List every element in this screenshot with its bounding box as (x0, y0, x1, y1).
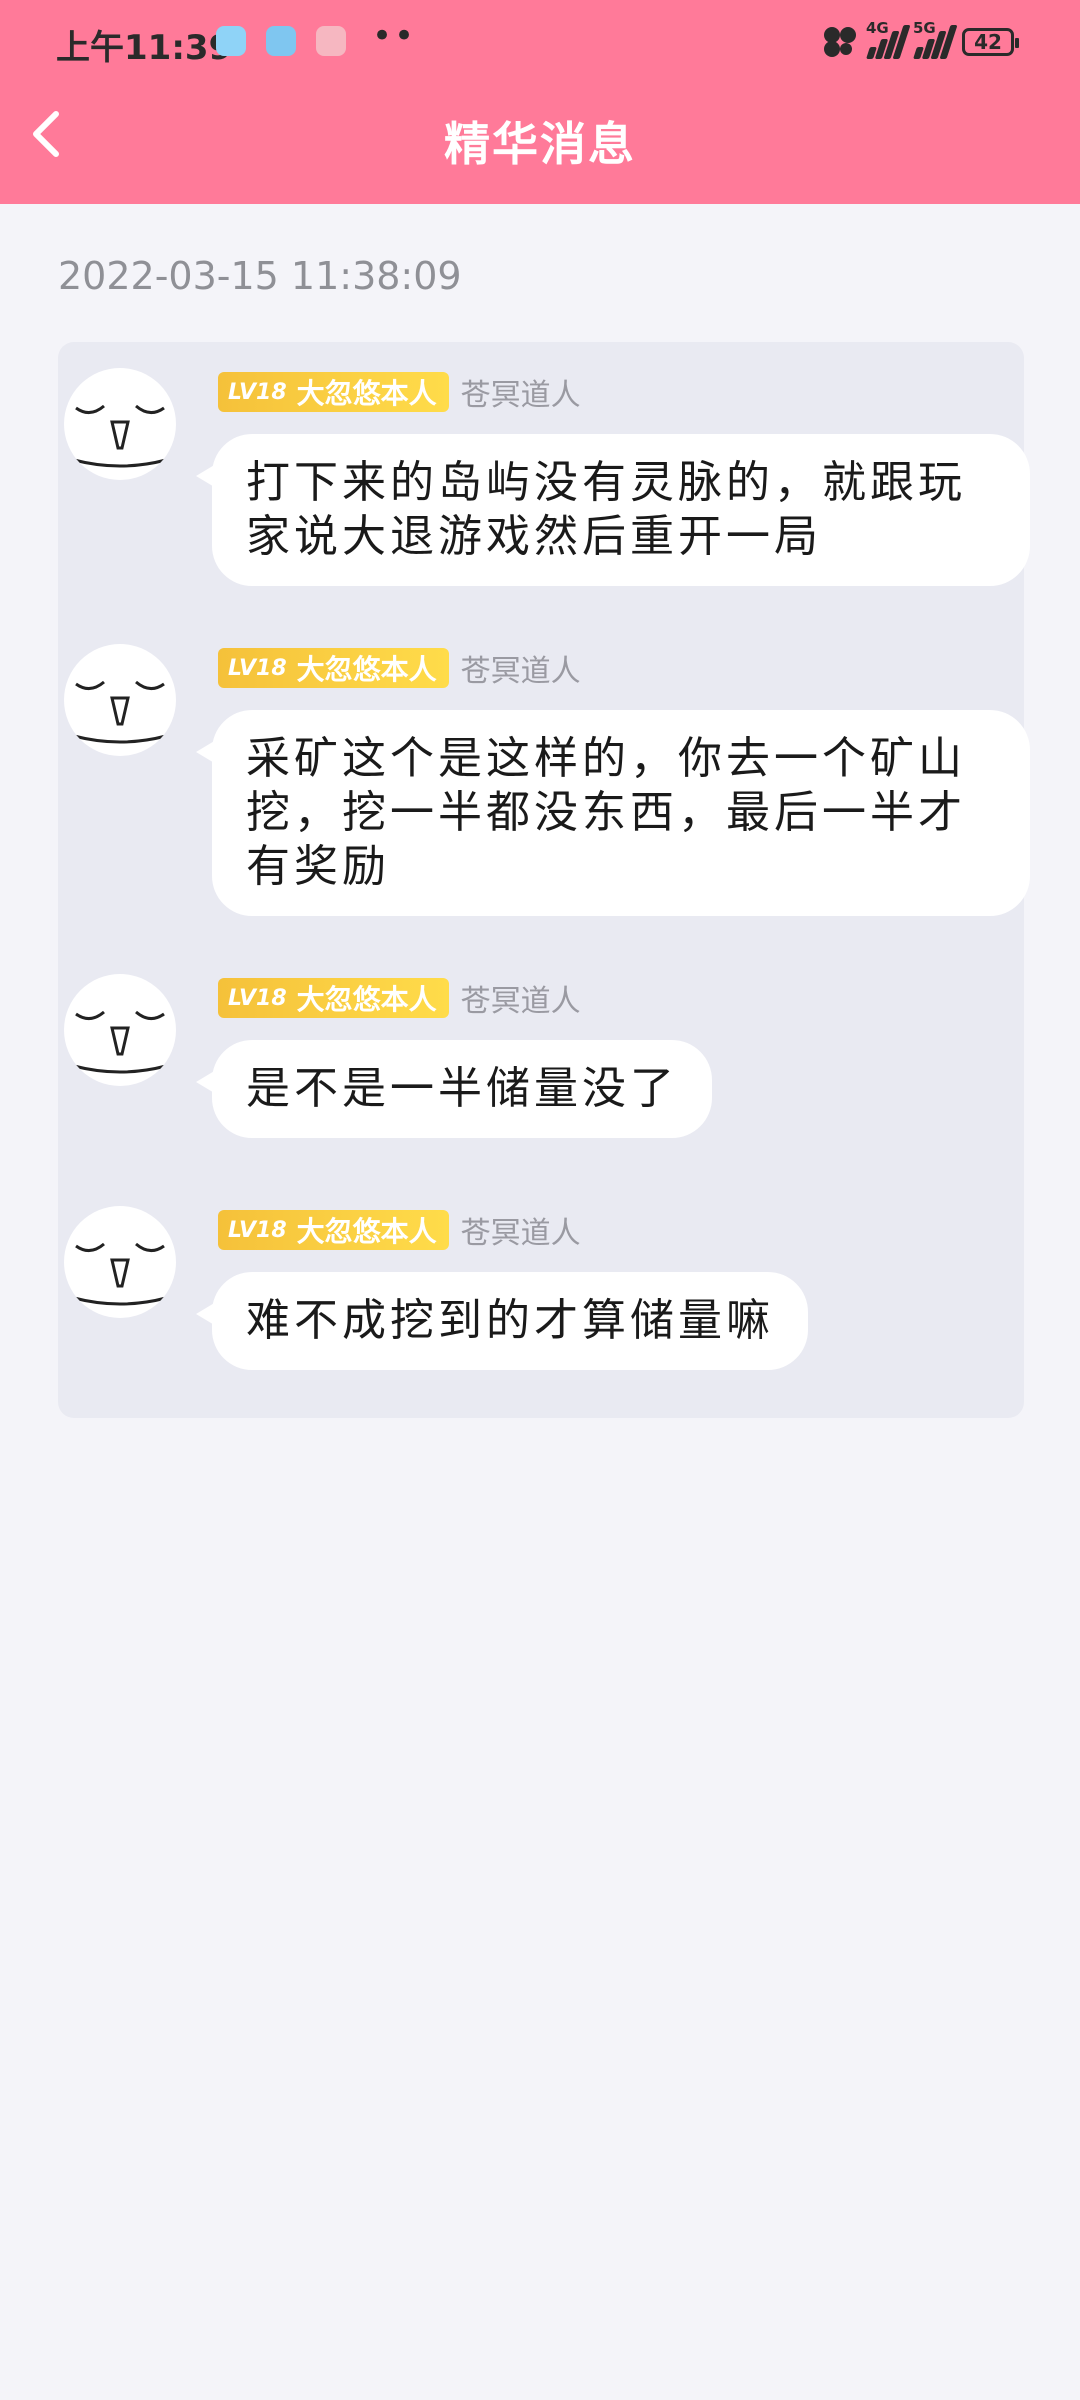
avatar[interactable] (64, 974, 176, 1086)
sleepy-face-icon (73, 680, 167, 744)
signal-5g-icon: 5G (913, 19, 958, 59)
badge-level: LV18 (228, 1217, 287, 1243)
badge-level: LV18 (228, 655, 287, 681)
member-badge: LV18 大忽悠本人 (218, 1210, 449, 1250)
message-text: 打下来的岛屿没有灵脉的，就跟玩家说大退游戏然后重开一局 (246, 457, 966, 562)
message-text: 是不是一半储量没了 (246, 1063, 678, 1114)
message-meta: LV18 大忽悠本人 苍冥道人 (218, 976, 581, 1020)
member-badge: LV18 大忽悠本人 (218, 978, 449, 1018)
message-text: 难不成挖到的才算储量嘛 (246, 1295, 774, 1346)
message-bubble[interactable]: 采矿这个是这样的，你去一个矿山挖，挖一半都没东西，最后一半才有奖励 (196, 710, 1030, 916)
member-badge: LV18 大忽悠本人 (218, 372, 449, 412)
badge-level: LV18 (228, 985, 287, 1011)
badge-title: 大忽悠本人 (296, 983, 437, 1016)
message-bubble[interactable]: 难不成挖到的才算储量嘛 (196, 1272, 808, 1370)
sender-nickname[interactable]: 苍冥道人 (461, 646, 581, 690)
page-title: 精华消息 (444, 117, 636, 171)
message-timestamp: 2022-03-15 11:38:09 (58, 254, 462, 298)
game-app-icon (266, 26, 296, 56)
badge-title: 大忽悠本人 (296, 1215, 437, 1248)
sender-nickname[interactable]: 苍冥道人 (461, 370, 581, 414)
hotspot-icon (824, 27, 856, 57)
sender-nickname[interactable]: 苍冥道人 (461, 1208, 581, 1252)
essence-message-card[interactable]: LV18 大忽悠本人 苍冥道人 打下来的岛屿没有灵脉的，就跟玩家说大退游戏然后重… (58, 342, 1030, 1418)
app-header: 上午11:39 •• 4G 5G 42 精华消息 (0, 0, 1080, 204)
message-meta: LV18 大忽悠本人 苍冥道人 (218, 1208, 581, 1252)
avatar[interactable] (64, 368, 176, 480)
status-right: 4G 5G 42 (822, 19, 1019, 64)
signal-4g-label: 4G (866, 19, 889, 37)
badge-level: LV18 (228, 379, 287, 405)
signal-5g-label: 5G (913, 19, 936, 37)
battery-level: 42 (974, 30, 1002, 54)
battery-icon: 42 (962, 28, 1019, 56)
badge-title: 大忽悠本人 (296, 653, 437, 686)
sleepy-face-icon (73, 1010, 167, 1074)
message-bubble[interactable]: 是不是一半储量没了 (196, 1040, 712, 1138)
pig-app-icon (316, 26, 346, 56)
message-meta: LV18 大忽悠本人 苍冥道人 (218, 646, 581, 690)
member-badge: LV18 大忽悠本人 (218, 648, 449, 688)
status-time: 上午11:39 (56, 28, 233, 68)
message-bubble[interactable]: 打下来的岛屿没有灵脉的，就跟玩家说大退游戏然后重开一局 (196, 434, 1030, 586)
message-meta: LV18 大忽悠本人 苍冥道人 (218, 370, 581, 414)
status-bar: 上午11:39 •• 4G 5G 42 (0, 0, 1080, 84)
message-text: 采矿这个是这样的，你去一个矿山挖，挖一半都没东西，最后一半才有奖励 (246, 733, 966, 892)
sleepy-face-icon (73, 1242, 167, 1306)
badge-title: 大忽悠本人 (296, 377, 437, 410)
avatar[interactable] (64, 644, 176, 756)
video-app-icon (216, 26, 246, 56)
signal-4g-icon: 4G (866, 19, 911, 59)
avatar[interactable] (64, 1206, 176, 1318)
sleepy-face-icon (73, 404, 167, 468)
more-notifications-icon: •• (372, 16, 417, 56)
sender-nickname[interactable]: 苍冥道人 (461, 976, 581, 1020)
